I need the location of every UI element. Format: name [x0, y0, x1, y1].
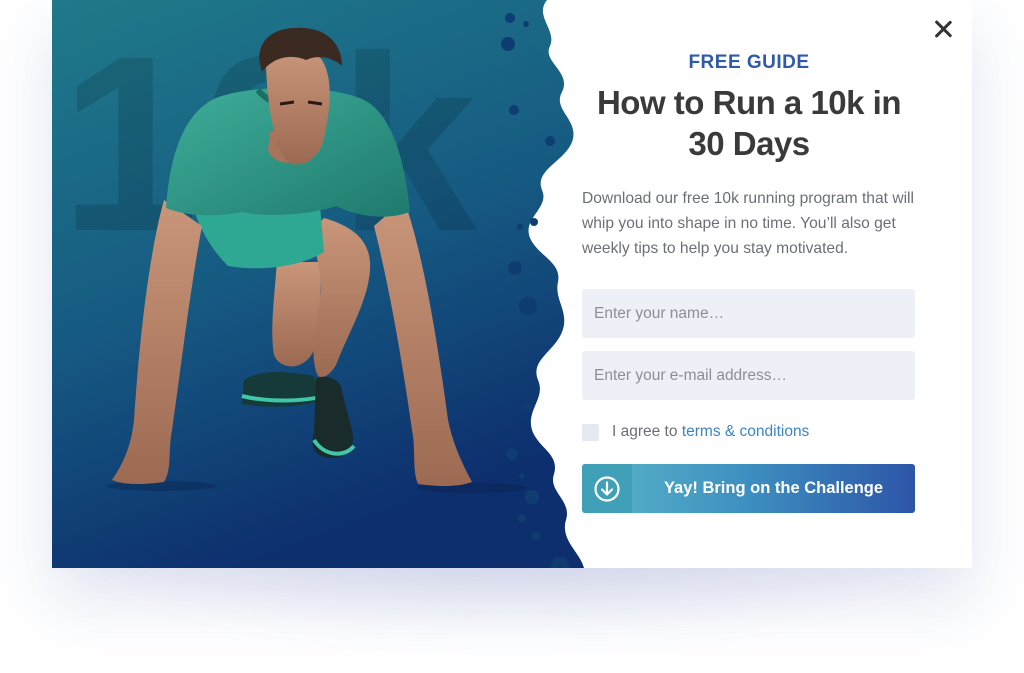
kicker-label: FREE GUIDE [688, 52, 810, 73]
terms-agreement-row: I agree to terms & conditions [582, 422, 809, 442]
submit-button[interactable]: Yay! Bring on the Challenge [582, 464, 915, 513]
agree-checkbox[interactable] [582, 423, 599, 441]
signup-popup: 10k [52, 0, 972, 568]
terms-link[interactable]: terms & conditions [682, 423, 810, 440]
name-input[interactable] [582, 289, 915, 338]
agree-prefix-text: I agree to [612, 423, 678, 440]
hero-image-panel: 10k [52, 0, 592, 568]
close-icon[interactable] [930, 16, 956, 42]
agree-label: I agree to terms & conditions [612, 423, 809, 441]
submit-button-label: Yay! Bring on the Challenge [663, 479, 884, 497]
popup-title: How to Run a 10k in 30 Days [596, 84, 902, 162]
email-input[interactable] [582, 351, 915, 400]
hero-illustration: 10k [52, 0, 584, 568]
download-arrow-icon [582, 464, 632, 513]
popup-description: Download our free 10k running program th… [582, 190, 914, 257]
